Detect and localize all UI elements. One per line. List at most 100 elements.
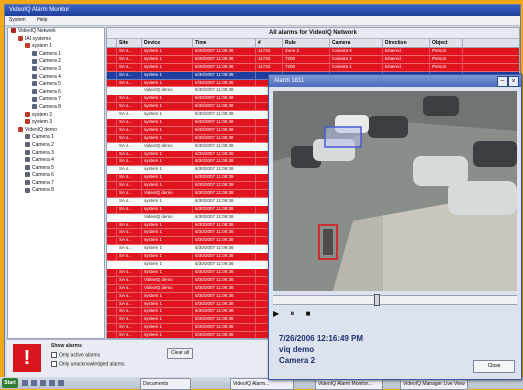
column-header[interactable]: Direction: [383, 39, 430, 47]
menu-system[interactable]: System: [9, 17, 26, 23]
column-header[interactable]: Site: [117, 39, 142, 47]
tree-item-label: Camera 5: [32, 164, 54, 171]
column-header[interactable]: Rule: [283, 39, 330, 47]
tree-item[interactable]: VideoIQ demo: [8, 127, 104, 135]
quicklaunch-icon[interactable]: [40, 380, 46, 386]
tree-item[interactable]: system 1: [8, 43, 104, 51]
table-cell: SA s...: [117, 182, 142, 190]
table-cell: 11733: [256, 63, 283, 71]
table-cell: system 1: [142, 245, 193, 253]
camera-icon: [32, 96, 37, 102]
table-cell: system 1: [142, 158, 193, 166]
playback-slider[interactable]: [273, 294, 517, 306]
table-cell: system 1: [142, 308, 193, 316]
tree-item-label: Camera 7: [39, 96, 61, 103]
table-cell: 6/30/2007 11:09:38: [193, 245, 256, 253]
tree-item[interactable]: Camera 2: [8, 58, 104, 66]
column-header[interactable]: [107, 39, 117, 47]
only-active-checkbox[interactable]: Only active alarms: [51, 352, 100, 358]
pause-icon[interactable]: ⏸: [290, 309, 294, 318]
tree-item[interactable]: Camera 4: [8, 74, 104, 82]
checkbox-box-icon[interactable]: [51, 352, 57, 358]
slider-thumb[interactable]: [374, 294, 380, 306]
tree-item[interactable]: Camera 7: [8, 96, 104, 104]
only-unack-checkbox[interactable]: Only unacknowledged alarms: [51, 361, 125, 367]
quicklaunch-icon[interactable]: [58, 380, 64, 386]
taskbar-item[interactable]: Documents: [140, 378, 191, 390]
tree-item[interactable]: Camera 6: [8, 89, 104, 97]
popup-close-button[interactable]: Close: [473, 360, 515, 373]
table-cell: 6/30/2007 11:09:38: [193, 190, 256, 197]
start-button[interactable]: Start: [2, 378, 18, 388]
table-cell: 6/30/2007 11:09:38: [193, 95, 256, 103]
table-cell: system 1: [142, 79, 193, 87]
stop-icon[interactable]: ■: [306, 309, 311, 318]
camera-icon: [32, 104, 37, 110]
table-cell: SA s...: [117, 253, 142, 261]
tree-item[interactable]: Camera 3: [8, 66, 104, 74]
table-cell: [107, 308, 117, 316]
alarm-video-popup: Alarm 1811 – × ▶ ⏸ ■ 7/26/2006 12:16:49 …: [268, 74, 522, 380]
tree-item[interactable]: Camera 7: [8, 180, 104, 188]
quicklaunch-icon[interactable]: [49, 380, 55, 386]
tree-item-label: Camera 4: [32, 157, 54, 164]
checkbox-box-icon[interactable]: [51, 361, 57, 367]
tree-item[interactable]: system 2: [8, 112, 104, 120]
table-cell: system 1: [142, 261, 193, 268]
table-row[interactable]: SA s... system 1 6/30/2007 11:09:38 11733 72…: [107, 55, 519, 64]
tree-item-label: Camera 4: [39, 73, 61, 80]
table-cell: system 1: [142, 197, 193, 205]
table-cell: [107, 316, 117, 324]
tree-item[interactable]: Camera 5: [8, 81, 104, 89]
tree-item[interactable]: Camera 3: [8, 150, 104, 158]
column-header[interactable]: Device: [142, 39, 193, 47]
table-cell: system 1: [142, 119, 193, 126]
table-cell: 6/30/2007 11:09:38: [193, 253, 256, 261]
table-cell: system 1: [142, 71, 193, 79]
table-cell: Person: [430, 48, 463, 55]
tree-item[interactable]: VideoIQ Network: [8, 28, 104, 36]
table-cell: [107, 95, 117, 103]
table-cell: Entered: [383, 48, 430, 55]
tree-item-label: Camera 3: [39, 65, 61, 72]
column-header[interactable]: Time: [193, 39, 256, 47]
tree-item[interactable]: Camera 5: [8, 165, 104, 173]
network-tree[interactable]: VideoIQ Network IAI systems system 1 Camera…: [7, 27, 105, 339]
tree-item[interactable]: Camera 1: [8, 134, 104, 142]
table-cell: VideoIQ demo: [142, 190, 193, 197]
table-row[interactable]: SA s... system 1 6/30/2007 11:09:38 11733 Zo…: [107, 48, 519, 56]
tree-item[interactable]: Camera 4: [8, 157, 104, 165]
column-header[interactable]: Camera: [330, 39, 383, 47]
column-header[interactable]: #: [256, 39, 283, 47]
column-header[interactable]: Object: [430, 39, 463, 47]
table-row[interactable]: SA s... system 1 6/30/2007 11:09:38 11733 72…: [107, 63, 519, 72]
table-cell: system 1: [142, 316, 193, 324]
menu-help[interactable]: Help: [37, 17, 47, 23]
quicklaunch-icon[interactable]: [31, 380, 37, 386]
camera-icon: [25, 187, 30, 193]
table-cell: 6/30/2007 11:09:38: [193, 276, 256, 284]
table-cell: SA s...: [117, 79, 142, 87]
clear-all-button[interactable]: Clear all: [167, 348, 193, 359]
only-active-label: Only active alarms: [59, 352, 101, 359]
minimize-icon[interactable]: –: [497, 76, 508, 87]
quicklaunch-icon[interactable]: [22, 380, 28, 386]
tree-item[interactable]: Camera 8: [8, 187, 104, 195]
table-cell: [107, 213, 117, 221]
table-cell: system 1: [142, 166, 193, 174]
tree-item[interactable]: Camera 6: [8, 172, 104, 180]
tree-item[interactable]: Camera 2: [8, 142, 104, 150]
tree-item[interactable]: Camera 8: [8, 104, 104, 112]
tree-item-label: Camera 2: [32, 141, 54, 148]
tree-item[interactable]: IAI systems: [8, 36, 104, 44]
show-alarms-label: Show alarms: [51, 343, 82, 349]
tree-item[interactable]: Camera 1: [8, 51, 104, 59]
table-cell: SA s...: [117, 63, 142, 71]
only-unack-label: Only unacknowledged alarms: [59, 361, 125, 368]
table-cell: 6/30/2007 11:09:38: [193, 71, 256, 79]
tree-item[interactable]: system 3: [8, 119, 104, 127]
camera-icon: [25, 134, 30, 140]
table-cell: SA s...: [117, 174, 142, 182]
play-icon[interactable]: ▶: [273, 309, 279, 318]
close-icon[interactable]: ×: [508, 76, 519, 87]
